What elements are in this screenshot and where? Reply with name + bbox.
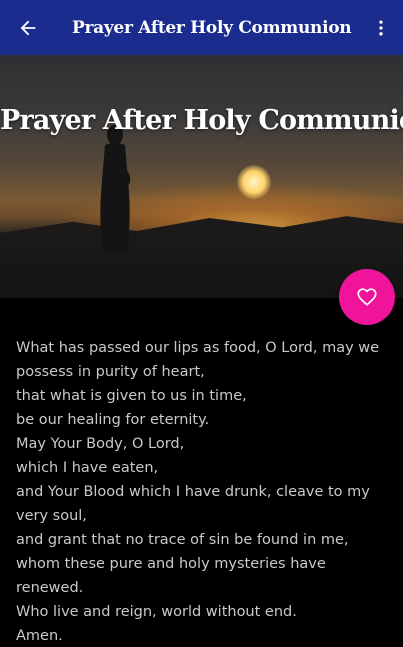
sun-graphic bbox=[237, 165, 271, 199]
overflow-menu-button[interactable] bbox=[359, 0, 403, 55]
prayer-line: and grant that no trace of sin be found … bbox=[16, 532, 349, 548]
prayer-line: Who live and reign, world without end. bbox=[16, 604, 297, 620]
prayer-line: What has passed our lips as food, O Lord… bbox=[16, 340, 380, 380]
more-vert-icon bbox=[379, 20, 383, 35]
back-button[interactable] bbox=[0, 0, 56, 55]
prayer-line: be our healing for eternity. bbox=[16, 412, 210, 428]
header-title: Prayer After Holy Communion bbox=[0, 105, 403, 136]
favorite-button[interactable] bbox=[339, 269, 395, 325]
app-screen: Prayer After Holy Communion Prayer After… bbox=[0, 0, 403, 647]
prayer-line: whom these pure and holy mysteries have … bbox=[16, 556, 326, 596]
praying-figure-silhouette bbox=[100, 125, 131, 253]
prayer-line: which I have eaten, bbox=[16, 460, 159, 476]
prayer-line: and Your Blood which I have drunk, cleav… bbox=[16, 484, 370, 524]
prayer-line: that what is given to us in time, bbox=[16, 388, 247, 404]
header-image: Prayer After Holy Communion bbox=[0, 55, 403, 298]
app-bar-title: Prayer After Holy Communion bbox=[72, 17, 352, 38]
app-bar: Prayer After Holy Communion bbox=[0, 0, 403, 55]
prayer-line: May Your Body, O Lord, bbox=[16, 436, 185, 452]
prayer-text: What has passed our lips as food, O Lord… bbox=[16, 336, 396, 647]
arrow-back-icon bbox=[20, 20, 36, 35]
prayer-line: Amen. bbox=[16, 628, 63, 644]
heart-outline-icon bbox=[357, 288, 377, 306]
